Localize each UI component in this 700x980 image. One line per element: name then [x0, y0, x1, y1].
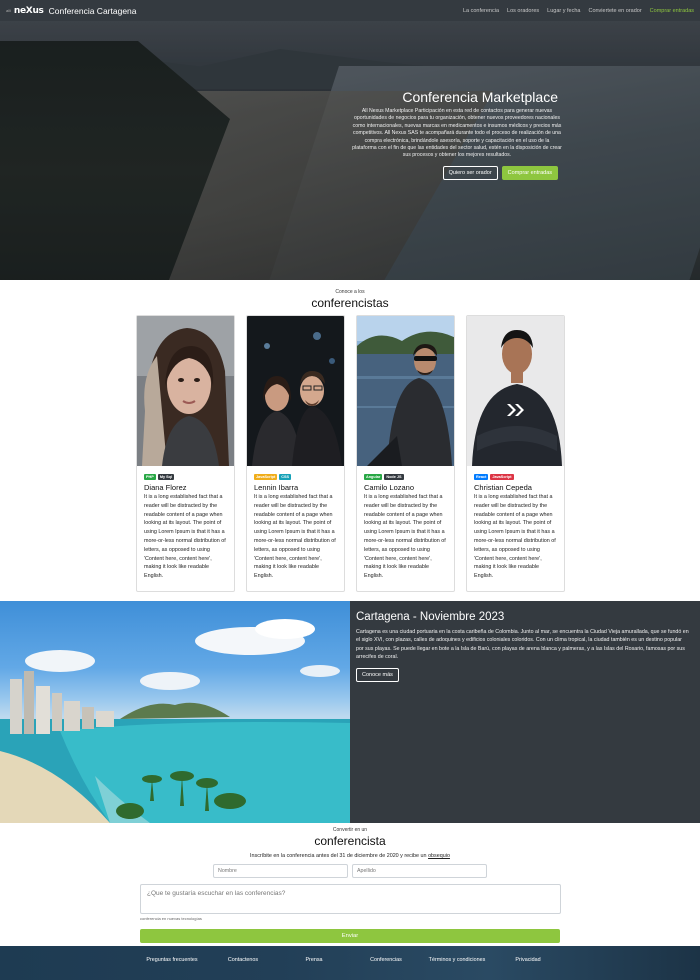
speaker-card[interactable]: PHP My Sql Diana Florez It is a long est…: [136, 315, 235, 592]
brand-title: Conferencia Cartagena: [48, 5, 137, 16]
cartagena-title: Cartagena - Noviembre 2023: [356, 611, 505, 623]
speaker-name: Lennin Ibarra: [254, 483, 299, 492]
form-note-text: Inscríbite en la conferencia antes del 3…: [250, 853, 429, 859]
message-textarea[interactable]: ¿Que te gustaría escuchar en las confere…: [140, 884, 561, 914]
tech-badge: JavaScript: [490, 474, 514, 480]
footer-link-privacy[interactable]: Privacidad: [498, 956, 558, 964]
speaker-bio: It is a long established fact that a rea…: [364, 494, 446, 580]
tech-badge: PHP: [144, 474, 156, 480]
nav-links: La conferencia Los oradores Lugar y fech…: [463, 8, 694, 14]
tech-badge: React: [474, 474, 489, 480]
tech-badge: Angular: [364, 474, 383, 480]
footer-link-press[interactable]: Prensa: [284, 956, 344, 964]
form-note: Inscríbite en la conferencia antes del 3…: [0, 853, 700, 859]
footer-link-faq[interactable]: Preguntas frecuentes: [142, 956, 202, 964]
speaker-card[interactable]: JavaScript CSS Lennin Ibarra It is a lon…: [246, 315, 345, 592]
logo: neXus: [13, 5, 44, 16]
nav-link-conferencia[interactable]: La conferencia: [463, 8, 499, 14]
speaker-cards: PHP My Sql Diana Florez It is a long est…: [136, 315, 566, 592]
beach-image: [0, 601, 350, 823]
tech-badges: Angular Node JS: [364, 474, 447, 480]
tech-badge: JavaScript: [254, 474, 278, 480]
speakers-kicker: Conoce a los: [335, 289, 365, 295]
nav-link-lugar[interactable]: Lugar y fecha: [547, 8, 580, 14]
buy-tickets-button[interactable]: Comprar entradas: [501, 165, 558, 180]
hero-title: Conferencia Marketplace: [402, 89, 558, 105]
form-help-text: conferencia en nuevas tecnologías: [140, 916, 202, 921]
navbar: alli neXus Conferencia Cartagena La conf…: [0, 0, 700, 21]
speaker-photo: [247, 316, 344, 466]
speakers-header: Conoce a los conferencistas: [0, 289, 700, 310]
tech-badge: CSS: [279, 474, 292, 480]
speaker-photo: [357, 316, 454, 466]
speaker-card[interactable]: React JavaScript Christian Cepeda It is …: [466, 315, 565, 592]
form-title: conferencista: [314, 834, 386, 848]
speaker-bio: It is a long established fact that a rea…: [144, 494, 226, 580]
speaker-photo: [467, 316, 564, 466]
learn-more-button[interactable]: Conoce más: [356, 667, 399, 682]
tech-badges: JavaScript CSS: [254, 474, 337, 480]
tech-badge: My Sql: [157, 474, 175, 480]
speakers-title: conferencistas: [311, 296, 389, 310]
hero-text: All Nexus Marketplace Participación en e…: [352, 108, 562, 159]
first-name-field[interactable]: Nombre: [213, 864, 348, 878]
last-name-field[interactable]: Apellido: [352, 864, 487, 878]
speaker-bio: It is a long established fact that a rea…: [474, 494, 556, 580]
form-kicker: Convertir en un: [332, 827, 368, 833]
speaker-name: Christian Cepeda: [474, 483, 532, 492]
speaker-name: Diana Florez: [144, 483, 187, 492]
tech-badges: React JavaScript: [474, 474, 557, 480]
hero-content: Conferencia Marketplace All Nexus Market…: [352, 89, 562, 180]
logo-prefix: alli: [6, 8, 11, 13]
footer-link-contact[interactable]: Contactenos: [213, 956, 273, 964]
submit-button[interactable]: Enviar: [140, 929, 560, 943]
nav-link-oradores[interactable]: Los oradores: [507, 8, 539, 14]
become-speaker-button[interactable]: Quiero ser orador: [442, 165, 498, 180]
cartagena-section: Cartagena - Noviembre 2023 Cartagena es …: [0, 601, 700, 823]
hero-banner: Conferencia Marketplace All Nexus Market…: [0, 21, 700, 280]
gift-link[interactable]: obsequio: [428, 853, 450, 859]
tech-badge: Node JS: [384, 474, 404, 480]
brand[interactable]: alli neXus Conferencia Cartagena: [6, 6, 137, 16]
tech-badges: PHP My Sql: [144, 474, 227, 480]
footer: Preguntas frecuentes Contactenos Prensa …: [0, 946, 700, 980]
cartagena-text: Cartagena es una ciudad portuaria en la …: [356, 629, 689, 661]
footer-link-terms[interactable]: Términos y condiciones: [427, 956, 487, 964]
speaker-bio: It is a long established fact that a rea…: [254, 494, 336, 580]
nav-link-comprar[interactable]: Comprar entradas: [650, 8, 694, 14]
cartagena-info: Cartagena - Noviembre 2023 Cartagena es …: [356, 611, 690, 682]
nav-link-orador[interactable]: Conviertete en orador: [588, 8, 641, 14]
speaker-card[interactable]: Angular Node JS Camilo Lozano It is a lo…: [356, 315, 455, 592]
footer-link-conferences[interactable]: Conferencias: [356, 956, 416, 964]
form-header: Convertir en un conferencista: [0, 827, 700, 848]
speaker-name: Camilo Lozano: [364, 483, 415, 492]
speaker-photo: [137, 316, 234, 466]
